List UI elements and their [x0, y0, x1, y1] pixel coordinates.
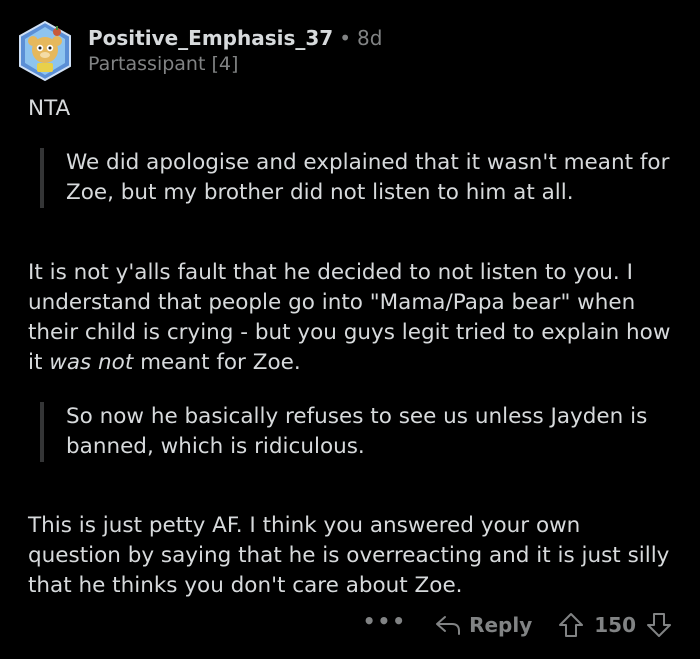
reply-label: Reply [469, 613, 533, 637]
user-meta: Positive_Emphasis_37 • 8d Partassipant [… [88, 25, 382, 77]
blockquote: So now he basically refuses to see us un… [40, 402, 686, 462]
reply-button[interactable]: Reply [435, 613, 532, 637]
vote-score: 150 [594, 613, 636, 637]
user-line: Positive_Emphasis_37 • 8d [88, 25, 382, 51]
comment-age: 8d [357, 26, 383, 50]
blockquote: We did apologise and explained that it w… [40, 148, 686, 208]
paragraph: It is not y'alls fault that he decided t… [28, 258, 678, 378]
emphasis-text: was not [49, 350, 134, 375]
separator-dot: • [339, 26, 352, 50]
quote-text: So now he basically refuses to see us un… [66, 404, 648, 459]
verdict-text: NTA [28, 96, 71, 121]
downvote-arrow-icon[interactable] [646, 612, 672, 638]
comment-actions: ••• Reply 150 [363, 609, 672, 640]
paragraph-text: meant for Zoe. [133, 350, 301, 375]
quote-text: We did apologise and explained that it w… [66, 150, 670, 205]
upvote-arrow-icon[interactable] [558, 612, 584, 638]
vote-controls: 150 [558, 612, 672, 638]
comment: Positive_Emphasis_37 • 8d Partassipant [… [0, 0, 700, 659]
user-flair: Partassipant [4] [88, 53, 239, 75]
reply-arrow-icon [435, 614, 469, 636]
more-options-button[interactable]: ••• [363, 609, 407, 633]
username-link[interactable]: Positive_Emphasis_37 [88, 25, 333, 51]
comment-header: Positive_Emphasis_37 • 8d Partassipant [… [14, 20, 382, 82]
paragraph: This is just petty AF. I think you answe… [28, 513, 670, 598]
user-avatar-icon[interactable] [14, 20, 76, 82]
